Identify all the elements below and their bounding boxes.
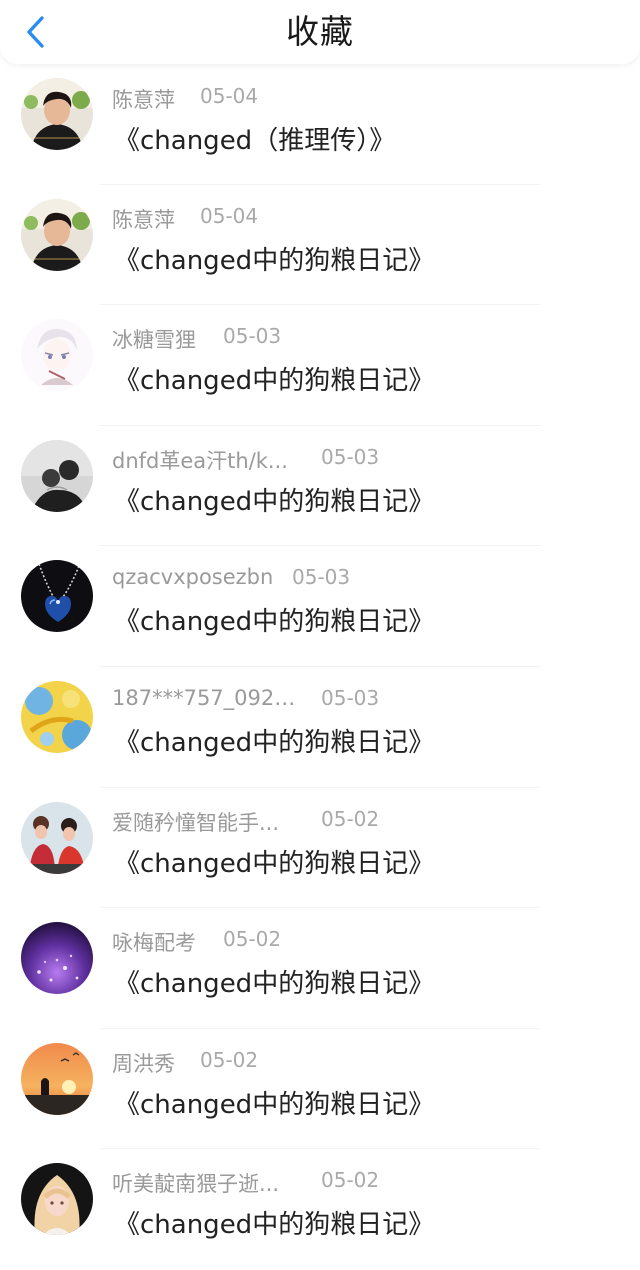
page-title: 收藏 — [286, 12, 354, 51]
list-item[interactable]: 周洪秀 05-02 《changed中的狗粮日记》 — [0, 1029, 640, 1150]
author-name: 爱随矜憧智能手... — [112, 810, 280, 835]
item-date: 05-02 — [223, 927, 282, 952]
avatar — [21, 922, 93, 995]
list-item[interactable]: 陈意萍 05-04 《changed（推理传）》 — [0, 64, 640, 185]
avatar — [21, 801, 93, 874]
author-name: 听美靛南猥子逝... — [112, 1172, 280, 1197]
favorites-list: 陈意萍 05-04 《changed（推理传）》 陈意萍 05-04 《chan… — [0, 64, 640, 1270]
item-meta: dnfd革ea汗th/k... 05-03 — [112, 445, 379, 473]
item-title: 《changed（推理传）》 — [114, 126, 396, 156]
item-title: 《changed中的狗粮日记》 — [114, 727, 435, 758]
item-title: 《changed中的狗粮日记》 — [114, 245, 435, 276]
avatar — [21, 439, 93, 512]
author-name: qzacvxposezbn — [112, 565, 274, 590]
item-date: 05-04 — [200, 203, 259, 228]
item-date: 05-02 — [321, 1168, 380, 1193]
avatar — [21, 78, 93, 150]
item-date: 05-02 — [200, 1047, 259, 1072]
author-name: 咏梅配考 — [112, 931, 196, 956]
author-name: 周洪秀 — [112, 1051, 175, 1076]
item-meta: 陈意萍 05-04 — [112, 84, 258, 112]
list-item[interactable]: 陈意萍 05-04 《changed中的狗粮日记》 — [0, 185, 640, 306]
author-name: 187***757_0921... — [112, 685, 302, 710]
item-meta: 听美靛南猥子逝... 05-02 — [112, 1168, 379, 1196]
author-name: 冰糖雪狸 — [112, 328, 196, 353]
item-title: 《changed中的狗粮日记》 — [114, 366, 435, 397]
author-name: 陈意萍 — [112, 207, 175, 232]
author-name: dnfd革ea汗th/k... — [112, 448, 288, 473]
list-item[interactable]: qzacvxposezbn 05-03 《changed中的狗粮日记》 — [0, 546, 640, 667]
list-item[interactable]: 听美靛南猥子逝... 05-02 《changed中的狗粮日记》 — [0, 1149, 640, 1270]
item-date: 05-04 — [200, 84, 259, 108]
list-item[interactable]: 187***757_0921... 05-03 《changed中的狗粮日记》 — [0, 667, 640, 788]
item-date: 05-02 — [321, 806, 380, 831]
list-item[interactable]: dnfd革ea汗th/k... 05-03 《changed中的狗粮日记》 — [0, 426, 640, 547]
item-meta: 冰糖雪狸 05-03 — [112, 324, 281, 352]
item-title: 《changed中的狗粮日记》 — [114, 1210, 435, 1241]
avatar — [21, 319, 93, 392]
avatar — [21, 560, 93, 633]
avatar — [21, 680, 93, 753]
item-meta: 周洪秀 05-02 — [112, 1048, 258, 1076]
item-date: 05-03 — [292, 565, 351, 590]
item-meta: 咏梅配考 05-02 — [112, 927, 281, 955]
avatar — [21, 198, 93, 271]
avatar — [21, 1042, 93, 1115]
item-meta: qzacvxposezbn 05-03 — [112, 565, 350, 591]
item-title: 《changed中的狗粮日记》 — [114, 607, 435, 638]
top-bar: 收藏 — [0, 0, 640, 64]
list-item[interactable]: 爱随矜憧智能手... 05-02 《changed中的狗粮日记》 — [0, 788, 640, 909]
avatar — [21, 1163, 93, 1236]
item-title: 《changed中的狗粮日记》 — [114, 1089, 435, 1120]
item-date: 05-03 — [321, 444, 380, 469]
list-item[interactable]: 咏梅配考 05-02 《changed中的狗粮日记》 — [0, 908, 640, 1029]
item-date: 05-03 — [321, 685, 380, 710]
item-title: 《changed中的狗粮日记》 — [114, 848, 435, 879]
author-name: 陈意萍 — [112, 88, 175, 112]
item-title: 《changed中的狗粮日记》 — [114, 486, 435, 517]
item-meta: 爱随矜憧智能手... 05-02 — [112, 807, 379, 835]
list-item[interactable]: 冰糖雪狸 05-03 《changed中的狗粮日记》 — [0, 305, 640, 426]
item-meta: 187***757_0921... 05-03 — [112, 685, 379, 712]
item-date: 05-03 — [223, 324, 282, 349]
item-meta: 陈意萍 05-04 — [112, 204, 258, 232]
item-title: 《changed中的狗粮日记》 — [114, 969, 435, 1000]
